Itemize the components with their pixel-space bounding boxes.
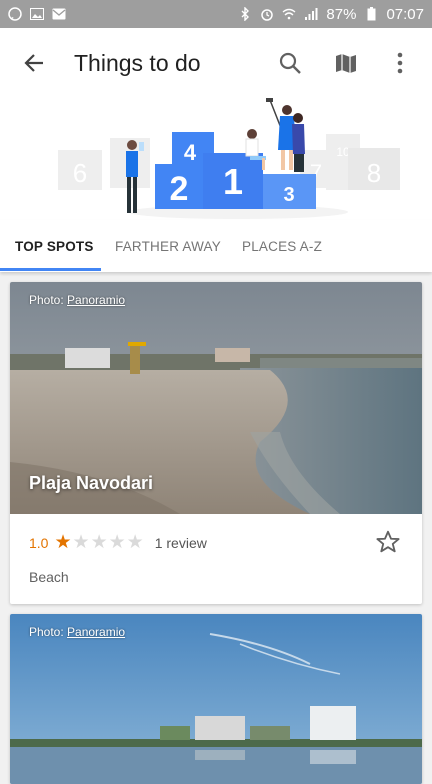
tab-places-a-z[interactable]: PLACES A-Z	[242, 220, 322, 272]
rating-value: 1.0	[29, 534, 49, 551]
place-photo[interactable]: Photo: Panoramio Plaja Navodari	[10, 282, 422, 514]
status-bar: 87% 07:07	[0, 0, 432, 28]
place-category: Beach	[29, 569, 69, 585]
search-button[interactable]	[266, 39, 314, 87]
tab-bar: TOP SPOTS FARTHER AWAY PLACES A-Z	[0, 220, 432, 272]
more-vert-icon	[397, 52, 403, 74]
more-options-button[interactable]	[376, 39, 424, 87]
podium-number: 10	[336, 145, 350, 159]
hero-illustration: 6 7 10 8 4 2 1 3	[0, 98, 432, 220]
place-name: Plaja Navodari	[29, 473, 154, 493]
place-card[interactable]: Photo: Panoramio Plaja Navodari 1.0 ★★★★…	[10, 282, 422, 604]
map-icon	[336, 54, 356, 73]
image-icon	[30, 7, 44, 21]
app-bar: Things to do	[0, 28, 432, 98]
clock: 07:07	[386, 5, 424, 23]
photo-credit: Photo: Panoramio	[29, 293, 125, 307]
podium-number: 4	[184, 140, 197, 165]
star-filled-icon: ★	[54, 532, 72, 553]
photo-source-link[interactable]: Panoramio	[67, 293, 125, 307]
podium-number: 6	[73, 158, 87, 188]
podium-number: 2	[170, 170, 189, 208]
page-title: Things to do	[74, 49, 201, 76]
signal-icon	[304, 7, 318, 21]
search-icon	[279, 52, 301, 74]
photo-credit-label: Photo:	[29, 293, 68, 307]
mail-icon	[52, 7, 66, 21]
review-count[interactable]: 1 review	[155, 535, 207, 551]
star-outline-icon	[376, 530, 400, 553]
star-empty-icon: ★	[108, 532, 126, 553]
tab-indicator	[0, 268, 101, 271]
bluetooth-icon	[238, 7, 252, 21]
photo-source-link[interactable]: Panoramio	[67, 625, 125, 639]
photo-credit-label: Photo:	[29, 625, 68, 639]
battery-percent: 87%	[326, 5, 357, 23]
map-button[interactable]	[322, 39, 370, 87]
whatsapp-icon	[8, 7, 22, 21]
podium-number: 1	[223, 161, 243, 202]
star-empty-icon: ★	[90, 532, 108, 553]
alarm-icon	[260, 7, 274, 21]
rating-row: 1.0 ★★★★★ 1 review	[29, 531, 207, 554]
tab-farther-away[interactable]: FARTHER AWAY	[115, 220, 221, 272]
star-empty-icon: ★	[72, 532, 90, 553]
place-photo[interactable]: Photo: Panoramio	[10, 614, 422, 784]
back-arrow-icon	[24, 54, 43, 72]
back-button[interactable]	[10, 39, 58, 87]
podium-number: 3	[283, 184, 294, 206]
battery-icon	[364, 7, 378, 21]
photo-credit: Photo: Panoramio	[29, 625, 125, 639]
wifi-icon	[282, 7, 296, 21]
rating-stars: ★★★★★	[54, 531, 144, 554]
star-empty-icon: ★	[126, 532, 144, 553]
podium-number: 8	[367, 158, 381, 188]
save-button[interactable]	[375, 529, 401, 555]
place-card[interactable]: Photo: Panoramio	[10, 614, 422, 784]
tab-top-spots[interactable]: TOP SPOTS	[15, 220, 94, 272]
